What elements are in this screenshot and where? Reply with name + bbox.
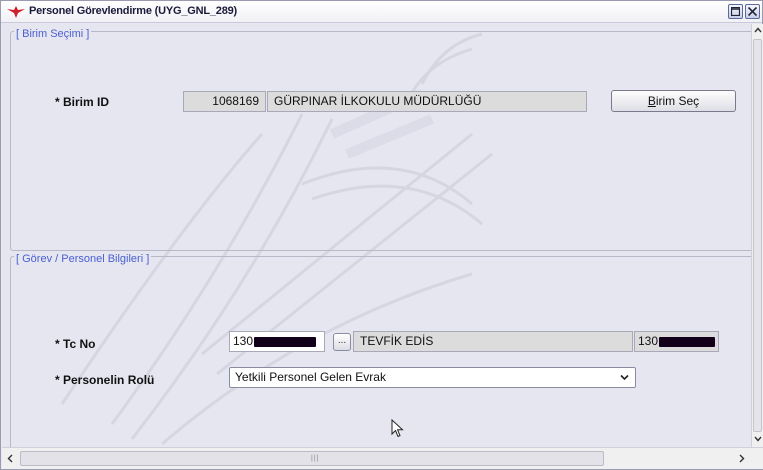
redacted-tc-display: [659, 336, 716, 347]
birim-name-field: GÜRPINAR İLKOKULU MÜDÜRLÜĞÜ: [267, 91, 587, 112]
close-icon: [748, 7, 757, 16]
personelin-rolu-select[interactable]: Yetkili Personel Gelen Evrak: [229, 367, 636, 388]
personelin-rolu-label: * Personelin Rolü: [55, 373, 155, 387]
vertical-scroll-thumb[interactable]: [753, 39, 762, 432]
window-title: Personel Görevlendirme (UYG_GNL_289): [29, 5, 237, 17]
scroll-right-icon[interactable]: [739, 454, 745, 463]
app-logo-icon: [7, 6, 25, 18]
close-button[interactable]: [745, 4, 760, 19]
vertical-scrollbar[interactable]: [751, 24, 763, 447]
tc-lookup-button[interactable]: ...: [333, 333, 351, 351]
scroll-up-icon[interactable]: [754, 27, 762, 33]
scroll-left-icon[interactable]: [7, 454, 13, 463]
tc-display-field: 130: [634, 331, 719, 352]
birim-sec-button[interactable]: Birim Seç: [611, 90, 736, 112]
tc-no-input[interactable]: 130: [229, 331, 325, 352]
gorev-personel-legend: [ Görev / Personel Bilgileri ]: [14, 253, 152, 265]
birim-sec-label: irim Seç: [655, 94, 700, 108]
birim-secimi-legend: [ Birim Seçimi ]: [14, 28, 92, 40]
rol-selected-value: Yetkili Personel Gelen Evrak: [235, 370, 386, 384]
title-bar: Personel Görevlendirme (UYG_GNL_289): [1, 1, 762, 23]
scroll-grip: |||: [311, 455, 320, 462]
chevron-down-icon: [620, 374, 629, 381]
birim-id-label: * Birim ID: [55, 95, 110, 109]
birim-id-field[interactable]: 1068169: [183, 91, 266, 112]
maximize-icon: [731, 7, 740, 16]
mouse-cursor-icon: [391, 419, 404, 438]
redacted-tc: [254, 336, 317, 347]
form-content: [ Birim Seçimi ] * Birim ID 1068169 GÜRP…: [2, 24, 751, 447]
scroll-down-icon[interactable]: [754, 436, 762, 442]
app-window: Personel Görevlendirme (UYG_GNL_289) [B…: [0, 0, 763, 470]
maximize-button[interactable]: [728, 4, 743, 19]
horizontal-scrollbar[interactable]: |||: [2, 447, 763, 469]
personel-name-field: TEVFİK EDİS: [353, 331, 633, 352]
horizontal-scroll-thumb[interactable]: |||: [20, 451, 604, 466]
birim-sec-mnemonic: B: [647, 94, 656, 108]
birim-secimi-group: [ Birim Seçimi ]: [10, 28, 751, 251]
tc-display-value: 130: [638, 334, 659, 348]
tc-no-label: * Tc No: [55, 337, 96, 351]
tc-no-value: 130: [233, 334, 254, 348]
